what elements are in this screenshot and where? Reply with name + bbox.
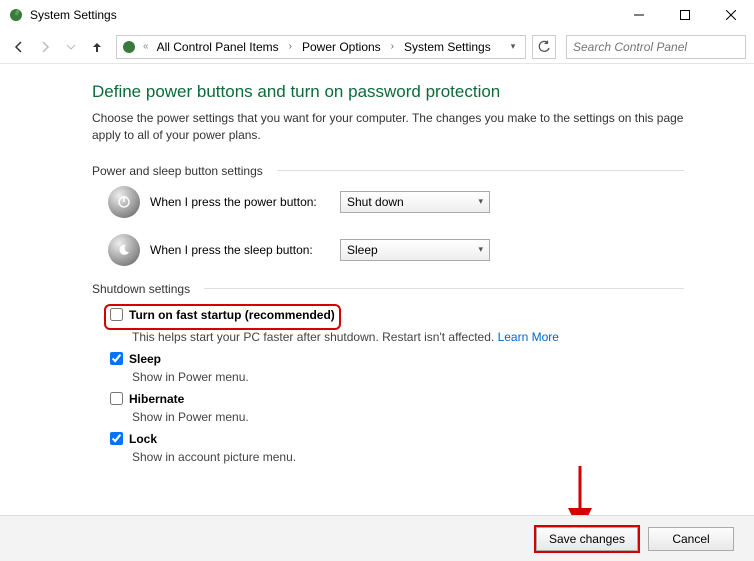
sleep-button-value: Sleep <box>347 243 378 257</box>
sleep-button-label: When I press the sleep button: <box>150 243 330 257</box>
power-icon <box>108 186 140 218</box>
cancel-button[interactable]: Cancel <box>648 527 734 551</box>
fast-startup-desc: This helps start your PC faster after sh… <box>132 330 684 344</box>
breadcrumb-item[interactable]: All Control Panel Items <box>155 40 281 54</box>
page-description: Choose the power settings that you want … <box>92 110 684 144</box>
maximize-button[interactable] <box>662 0 708 30</box>
sleep-desc: Show in Power menu. <box>132 370 684 384</box>
footer-bar: Save changes Cancel <box>0 515 754 561</box>
chevron-right-icon: › <box>285 41 296 52</box>
lock-desc: Show in account picture menu. <box>132 450 684 464</box>
section-header-buttons: Power and sleep button settings <box>92 164 684 178</box>
app-icon <box>8 7 24 23</box>
hibernate-text: Hibernate <box>129 392 184 406</box>
forward-button[interactable] <box>34 36 56 58</box>
refresh-button[interactable] <box>532 35 556 59</box>
hibernate-desc: Show in Power menu. <box>132 410 684 424</box>
minimize-button[interactable] <box>616 0 662 30</box>
chevron-down-icon: ▾ <box>478 196 483 207</box>
sleep-button-dropdown[interactable]: Sleep ▾ <box>340 239 490 261</box>
fast-startup-checkbox[interactable] <box>110 308 123 321</box>
location-icon <box>121 39 137 55</box>
learn-more-link[interactable]: Learn More <box>498 330 559 344</box>
recent-dropdown-icon[interactable] <box>60 36 82 58</box>
window-title: System Settings <box>30 8 616 22</box>
power-button-dropdown[interactable]: Shut down ▾ <box>340 191 490 213</box>
sleep-checkbox-label[interactable]: Sleep <box>110 352 684 366</box>
back-button[interactable] <box>8 36 30 58</box>
chevron-left-icon: « <box>141 41 151 52</box>
section-header-shutdown: Shutdown settings <box>92 282 684 296</box>
save-changes-button[interactable]: Save changes <box>536 527 638 551</box>
sleep-button-row: When I press the sleep button: Sleep ▾ <box>108 234 684 266</box>
address-dropdown-icon[interactable]: ▾ <box>505 41 521 52</box>
lock-checkbox[interactable] <box>110 432 123 445</box>
search-input[interactable] <box>566 35 746 59</box>
lock-checkbox-label[interactable]: Lock <box>110 432 684 446</box>
breadcrumb-item[interactable]: System Settings <box>402 40 493 54</box>
chevron-right-icon: › <box>387 41 398 52</box>
title-bar: System Settings <box>0 0 754 30</box>
sleep-text: Sleep <box>129 352 161 366</box>
nav-bar: « All Control Panel Items › Power Option… <box>0 30 754 64</box>
fast-startup-highlight: Turn on fast startup (recommended) <box>104 304 341 330</box>
fast-startup-checkbox-label[interactable]: Turn on fast startup (recommended) <box>110 308 335 322</box>
power-button-value: Shut down <box>347 195 404 209</box>
lock-text: Lock <box>129 432 157 446</box>
up-button[interactable] <box>86 36 108 58</box>
hibernate-checkbox[interactable] <box>110 392 123 405</box>
power-button-row: When I press the power button: Shut down… <box>108 186 684 218</box>
sleep-checkbox[interactable] <box>110 352 123 365</box>
address-bar[interactable]: « All Control Panel Items › Power Option… <box>116 35 526 59</box>
breadcrumb-item[interactable]: Power Options <box>300 40 383 54</box>
sleep-icon <box>108 234 140 266</box>
page-title: Define power buttons and turn on passwor… <box>92 82 684 102</box>
power-button-label: When I press the power button: <box>150 195 330 209</box>
content-area: Define power buttons and turn on passwor… <box>0 64 754 464</box>
chevron-down-icon: ▾ <box>478 244 483 255</box>
fast-startup-text: Turn on fast startup (recommended) <box>129 308 335 322</box>
close-button[interactable] <box>708 0 754 30</box>
hibernate-checkbox-label[interactable]: Hibernate <box>110 392 684 406</box>
